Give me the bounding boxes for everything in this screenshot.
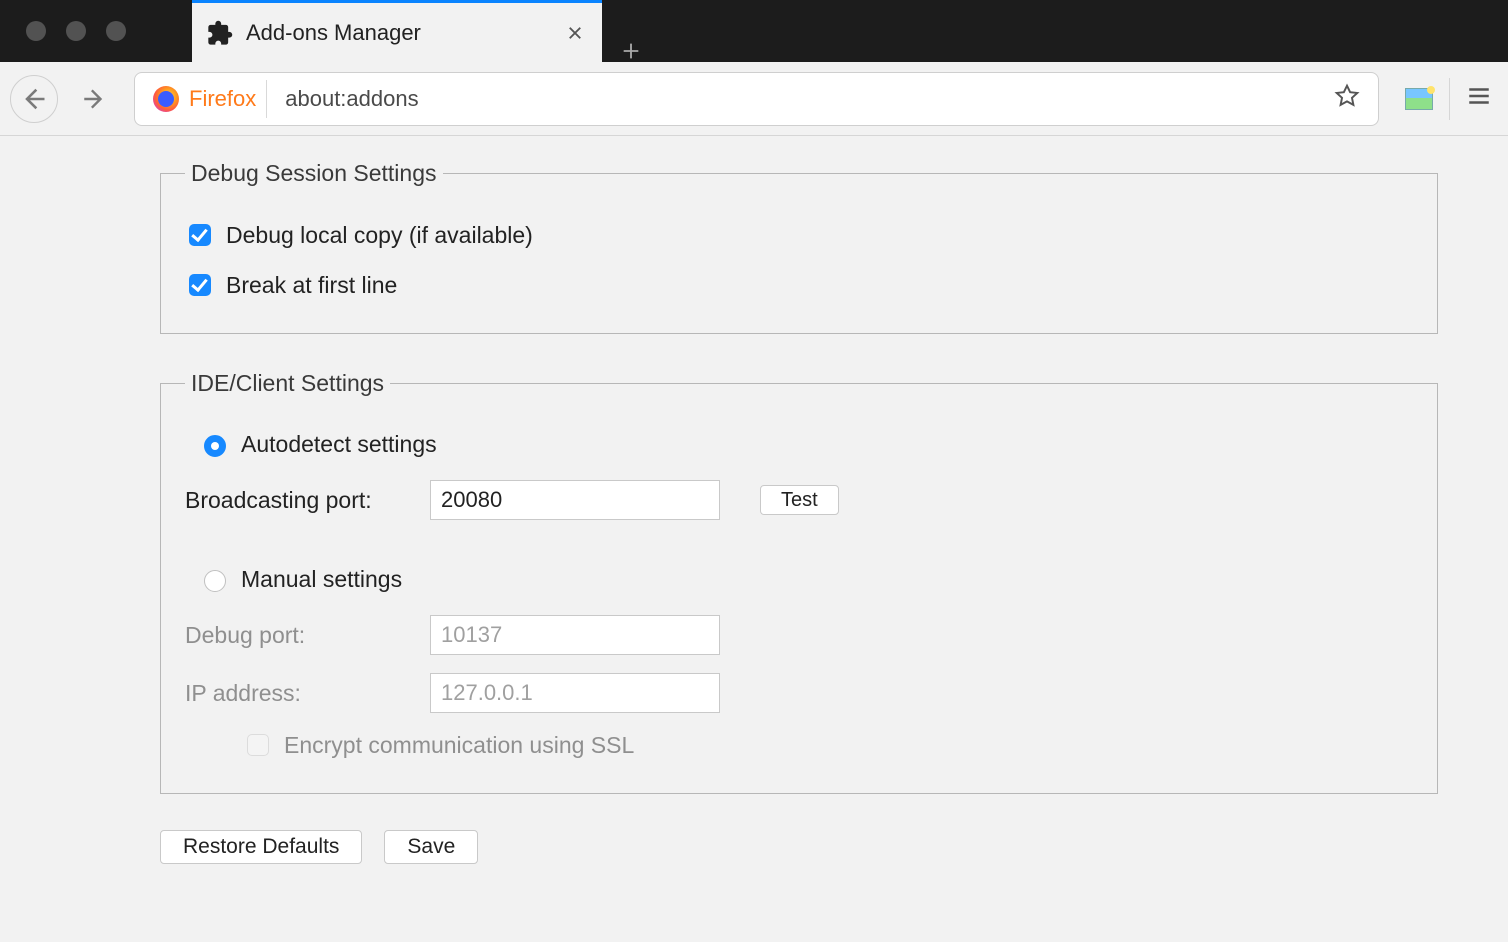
break-first-row: Break at first line — [185, 271, 1413, 299]
back-button[interactable] — [10, 75, 58, 123]
window-zoom-button[interactable] — [106, 21, 126, 41]
site-identity-label: Firefox — [189, 86, 256, 112]
ip-address-label: IP address: — [185, 680, 410, 707]
autodetect-row: Autodetect settings — [199, 431, 1413, 458]
broadcasting-port-input[interactable] — [430, 480, 720, 520]
window-minimize-button[interactable] — [66, 21, 86, 41]
debug-port-row: Debug port: — [185, 615, 1413, 655]
firefox-logo-icon — [153, 86, 179, 112]
ip-row: IP address: — [185, 673, 1413, 713]
manual-radio[interactable] — [204, 570, 226, 592]
addon-settings-page: Debug Session Settings Debug local copy … — [0, 136, 1508, 904]
ide-client-fieldset: IDE/Client Settings Autodetect settings … — [160, 370, 1438, 794]
break-first-label[interactable]: Break at first line — [226, 272, 397, 299]
url-bar[interactable]: Firefox about:addons — [134, 72, 1379, 126]
bookmark-star-icon[interactable] — [1324, 83, 1370, 115]
site-identity[interactable]: Firefox — [143, 80, 267, 118]
tab-close-button[interactable] — [562, 20, 588, 46]
puzzle-piece-icon — [206, 19, 234, 47]
toolbar-right — [1391, 78, 1498, 120]
window-close-button[interactable] — [26, 21, 46, 41]
autodetect-radio[interactable] — [204, 435, 226, 457]
broadcasting-port-row: Broadcasting port: Test — [185, 480, 1413, 520]
url-text: about:addons — [275, 86, 1316, 112]
debug-local-label[interactable]: Debug local copy (if available) — [226, 222, 533, 249]
ssl-label[interactable]: Encrypt communication using SSL — [284, 732, 634, 759]
extension-icon[interactable] — [1405, 88, 1433, 110]
save-button[interactable]: Save — [384, 830, 478, 864]
nav-bar: Firefox about:addons — [0, 62, 1508, 136]
manual-label[interactable]: Manual settings — [241, 566, 402, 593]
new-tab-button[interactable] — [602, 40, 660, 62]
browser-window: Add-ons Manager Firefox about:addons — [0, 0, 1508, 942]
ssl-row: Encrypt communication using SSL — [243, 731, 1413, 759]
debug-local-checkbox[interactable] — [189, 224, 211, 246]
restore-defaults-button[interactable]: Restore Defaults — [160, 830, 362, 864]
toolbar-divider — [1449, 78, 1450, 120]
tab-bar: Add-ons Manager — [0, 0, 1508, 62]
ide-client-legend: IDE/Client Settings — [185, 370, 390, 397]
debug-port-label: Debug port: — [185, 622, 410, 649]
ip-address-input[interactable] — [430, 673, 720, 713]
test-button[interactable]: Test — [760, 485, 839, 515]
debug-local-row: Debug local copy (if available) — [185, 221, 1413, 249]
window-controls — [8, 0, 144, 62]
break-first-checkbox[interactable] — [189, 274, 211, 296]
tabs: Add-ons Manager — [192, 0, 660, 62]
broadcasting-port-label: Broadcasting port: — [185, 487, 410, 514]
tab-addons-manager[interactable]: Add-ons Manager — [192, 0, 602, 62]
debug-session-legend: Debug Session Settings — [185, 160, 443, 187]
debug-session-fieldset: Debug Session Settings Debug local copy … — [160, 160, 1438, 334]
manual-row: Manual settings — [199, 566, 1413, 593]
ssl-checkbox[interactable] — [247, 734, 269, 756]
footer-buttons: Restore Defaults Save — [160, 830, 1438, 864]
app-menu-button[interactable] — [1466, 83, 1492, 115]
debug-port-input[interactable] — [430, 615, 720, 655]
tab-title: Add-ons Manager — [246, 20, 550, 46]
autodetect-label[interactable]: Autodetect settings — [241, 431, 437, 458]
forward-button[interactable] — [70, 75, 118, 123]
